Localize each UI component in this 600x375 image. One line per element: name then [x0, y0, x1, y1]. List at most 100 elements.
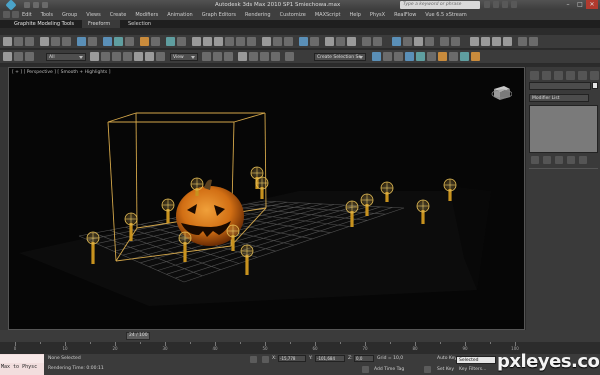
named-selection-select[interactable]: Create Selection Se	[314, 53, 366, 61]
scale-icon[interactable]	[156, 52, 165, 61]
show-end-result-icon[interactable]	[543, 156, 551, 164]
reactor-icon[interactable]	[392, 37, 401, 46]
redo-icon[interactable]	[12, 11, 19, 18]
rectangular-selection-icon[interactable]	[112, 52, 121, 61]
select-by-name-icon[interactable]	[101, 52, 110, 61]
key-filters-button[interactable]: Key Filters...	[459, 367, 486, 372]
key-mode-select[interactable]: Selected	[456, 356, 496, 364]
edit-named-selection-icon[interactable]	[285, 52, 294, 61]
modify-tab-icon[interactable]	[542, 71, 551, 80]
link-icon[interactable]	[3, 37, 12, 46]
bind-icon[interactable]	[25, 52, 34, 61]
move-icon[interactable]	[134, 52, 143, 61]
spinner-snap-icon[interactable]	[271, 52, 280, 61]
x-coordinate-field[interactable]: -15,778	[278, 355, 306, 362]
material-editor-icon[interactable]	[140, 37, 149, 46]
auto-key-button[interactable]: Auto Key	[437, 356, 457, 361]
export-icon[interactable]	[529, 37, 538, 46]
percent-snap-toggle-icon[interactable]	[260, 52, 269, 61]
unlink-selection-icon[interactable]	[14, 52, 23, 61]
graphite-toggle-icon[interactable]	[405, 52, 414, 61]
pivot-center-icon[interactable]	[202, 52, 211, 61]
minimize-button[interactable]: –	[562, 0, 574, 9]
modifier-stack[interactable]	[529, 105, 598, 153]
create-teapot-icon[interactable]	[236, 37, 245, 46]
menu-tools[interactable]: Tools	[41, 12, 53, 18]
absolute-mode-icon[interactable]	[262, 356, 269, 363]
angle-snap-icon[interactable]	[51, 37, 60, 46]
snaps-toggle-icon[interactable]	[238, 52, 247, 61]
create-light-icon[interactable]	[262, 37, 271, 46]
menu-physx[interactable]: PhysX	[370, 12, 385, 18]
utilities-tab-icon[interactable]	[590, 71, 599, 80]
taper-modifier-icon[interactable]	[336, 37, 345, 46]
layer-icon[interactable]	[394, 52, 403, 61]
render-setup-icon[interactable]	[151, 37, 160, 46]
app-logo-icon[interactable]	[0, 0, 22, 11]
perspective-viewport[interactable]: [ + ] [ Perspective ] [ Smooth + Highlig…	[8, 67, 525, 330]
help-icon[interactable]	[511, 1, 517, 8]
set-key-button[interactable]: Set Key	[437, 367, 454, 372]
pin-stack-icon[interactable]	[531, 156, 539, 164]
rewind-icon[interactable]	[470, 37, 479, 46]
curve-editor-icon[interactable]	[114, 37, 123, 46]
time-slider-knob[interactable]: 24 / 100	[126, 332, 151, 340]
y-coordinate-field[interactable]: -101,684	[315, 355, 345, 362]
save-file-icon[interactable]	[42, 2, 48, 8]
fluid-icon[interactable]	[440, 37, 449, 46]
render-production-icon[interactable]	[471, 52, 480, 61]
schematic-view-icon[interactable]	[125, 37, 134, 46]
rendered-frame-icon[interactable]	[166, 37, 175, 46]
rotate-icon[interactable]	[145, 52, 154, 61]
search-input[interactable]: Type a keyword or phrase	[400, 1, 480, 9]
layer-manager-icon[interactable]	[103, 37, 112, 46]
step-forward-icon[interactable]	[503, 37, 512, 46]
menu-rendering[interactable]: Rendering	[245, 12, 271, 18]
render-setup-tool-icon[interactable]	[449, 52, 458, 61]
window-crossing-icon[interactable]	[123, 52, 132, 61]
cloth-icon[interactable]	[425, 37, 434, 46]
close-button[interactable]: ✕	[586, 0, 598, 9]
stretch-modifier-icon[interactable]	[373, 37, 382, 46]
unlink-icon[interactable]	[14, 37, 23, 46]
menu-graph-editors[interactable]: Graph Editors	[202, 12, 236, 18]
select-object-icon[interactable]	[90, 52, 99, 61]
binoculars-icon[interactable]	[484, 1, 490, 8]
tab-selection[interactable]: Selection	[128, 21, 151, 27]
modifier-list-select[interactable]: Modifier List	[529, 94, 589, 102]
menu-group[interactable]: Group	[62, 12, 77, 18]
object-color-swatch[interactable]	[592, 82, 598, 89]
create-tab-icon[interactable]	[530, 71, 539, 80]
display-tab-icon[interactable]	[578, 71, 587, 80]
snap-icon[interactable]	[40, 37, 49, 46]
angle-snap-toggle-icon[interactable]	[249, 52, 258, 61]
align-icon[interactable]	[88, 37, 97, 46]
particle-icon[interactable]	[414, 37, 423, 46]
open-file-icon[interactable]	[33, 2, 39, 8]
menu-customize[interactable]: Customize	[280, 12, 306, 18]
manipulate-icon[interactable]	[213, 52, 222, 61]
spacewarp-icon[interactable]	[299, 37, 308, 46]
constraint-icon[interactable]	[403, 37, 412, 46]
twist-modifier-icon[interactable]	[347, 37, 356, 46]
new-file-icon[interactable]	[24, 2, 30, 8]
make-unique-icon[interactable]	[555, 156, 563, 164]
material-editor-tool-icon[interactable]	[438, 52, 447, 61]
keyboard-shortcut-icon[interactable]	[224, 52, 233, 61]
create-camera-icon[interactable]	[273, 37, 282, 46]
menu-animation[interactable]: Animation	[167, 12, 193, 18]
systems-icon[interactable]	[310, 37, 319, 46]
maxscript-listener[interactable]: Max to Physc	[0, 354, 44, 375]
favorites-star-icon[interactable]	[502, 1, 508, 8]
create-torus-icon[interactable]	[225, 37, 234, 46]
mirror-icon[interactable]	[77, 37, 86, 46]
preview-icon[interactable]	[518, 37, 527, 46]
menu-help[interactable]: Help	[350, 12, 361, 18]
selection-filter-select[interactable]: All	[46, 53, 86, 61]
menu-vue[interactable]: Vue 6.5 xStream	[425, 12, 467, 18]
percent-snap-icon[interactable]	[62, 37, 71, 46]
select-link-icon[interactable]	[3, 52, 12, 61]
create-helper-icon[interactable]	[284, 37, 293, 46]
schematic-icon[interactable]	[427, 52, 436, 61]
z-coordinate-field[interactable]: 0,0	[354, 355, 374, 362]
